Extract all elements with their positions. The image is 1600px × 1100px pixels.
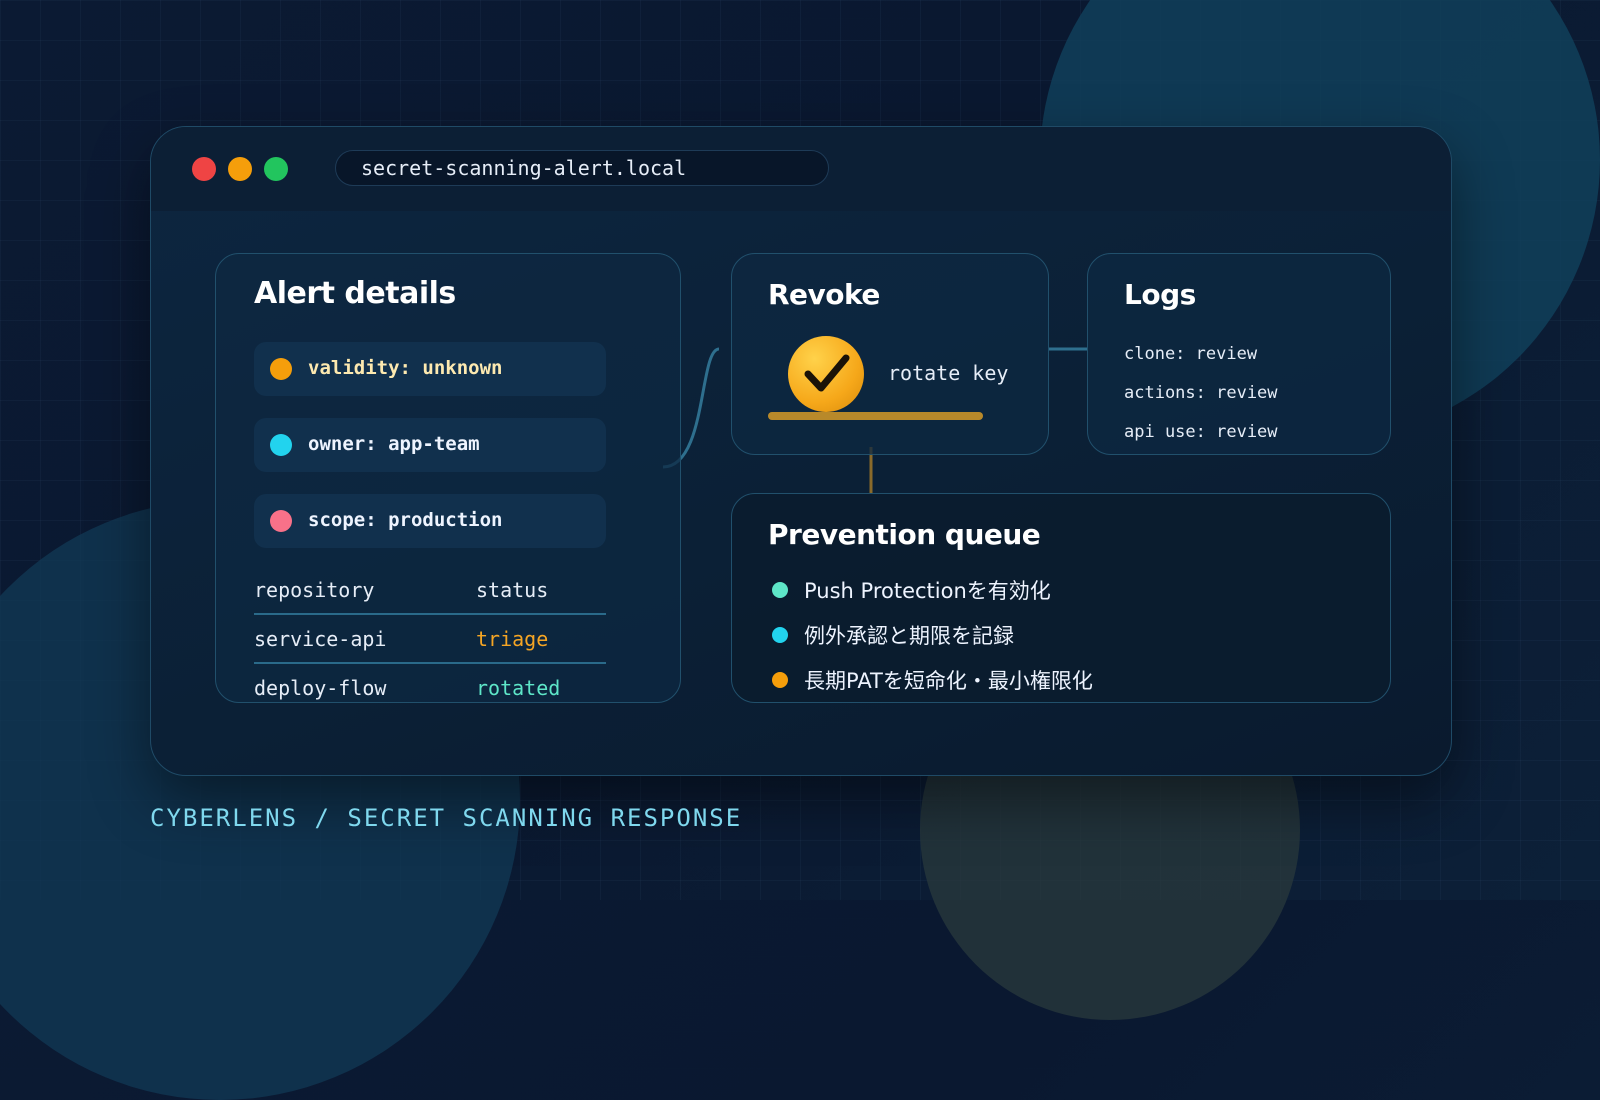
list-item-text: Push Protectionを有効化 [804, 579, 1051, 603]
owner-pill[interactable]: owner: app-team [254, 418, 606, 472]
column-header-status: status [476, 578, 549, 602]
bullet-dot [772, 582, 788, 598]
check-icon[interactable] [788, 336, 864, 412]
status-cell: triage [476, 627, 549, 651]
log-line: api use: review [1124, 422, 1278, 442]
list-item-text: 例外承認と期限を記録 [804, 624, 1014, 648]
rotation-progress-fill [768, 412, 983, 420]
repository-cell: service-api [254, 627, 387, 651]
revoke-card: Revoke rotate key [731, 253, 1049, 455]
scope-pill[interactable]: scope: production [254, 494, 606, 548]
list-item-text: 長期PATを短命化・最小権限化 [804, 669, 1093, 693]
rotation-progress-bar [768, 412, 983, 420]
validity-text: validity: unknown [308, 357, 503, 379]
status-dot [270, 358, 292, 380]
repository-cell: deploy-flow [254, 676, 387, 700]
alert-details-card: Alert details validity: unknown owner: a… [215, 253, 681, 703]
status-dot [270, 510, 292, 532]
status-cell: rotated [476, 676, 561, 700]
footer-caption: CYBERLENS / SECRET SCANNING RESPONSE [150, 804, 743, 832]
status-dot [270, 434, 292, 456]
scope-text: scope: production [308, 509, 503, 531]
table-header-row: repository status [254, 566, 606, 615]
log-line: clone: review [1124, 344, 1258, 364]
app-window: secret-scanning-alert.local Alert detail… [150, 126, 1452, 776]
repository-table: repository status service-api triage dep… [254, 566, 606, 711]
bullet-dot [772, 627, 788, 643]
logs-title: Logs [1124, 278, 1196, 311]
bullet-dot [772, 672, 788, 688]
logs-card: Logs clone: review actions: review api u… [1087, 253, 1391, 455]
prevention-queue-title: Prevention queue [768, 518, 1041, 551]
owner-text: owner: app-team [308, 433, 480, 455]
table-row[interactable]: deploy-flow rotated [254, 664, 606, 711]
rotate-key-label[interactable]: rotate key [888, 361, 1008, 385]
validity-pill[interactable]: validity: unknown [254, 342, 606, 396]
prevention-queue-card: Prevention queue Push Protectionを有効化 例外承… [731, 493, 1391, 703]
revoke-title: Revoke [768, 278, 880, 311]
alert-details-title: Alert details [254, 276, 456, 311]
table-row[interactable]: service-api triage [254, 615, 606, 664]
column-header-repository: repository [254, 578, 375, 602]
log-line: actions: review [1124, 383, 1278, 403]
